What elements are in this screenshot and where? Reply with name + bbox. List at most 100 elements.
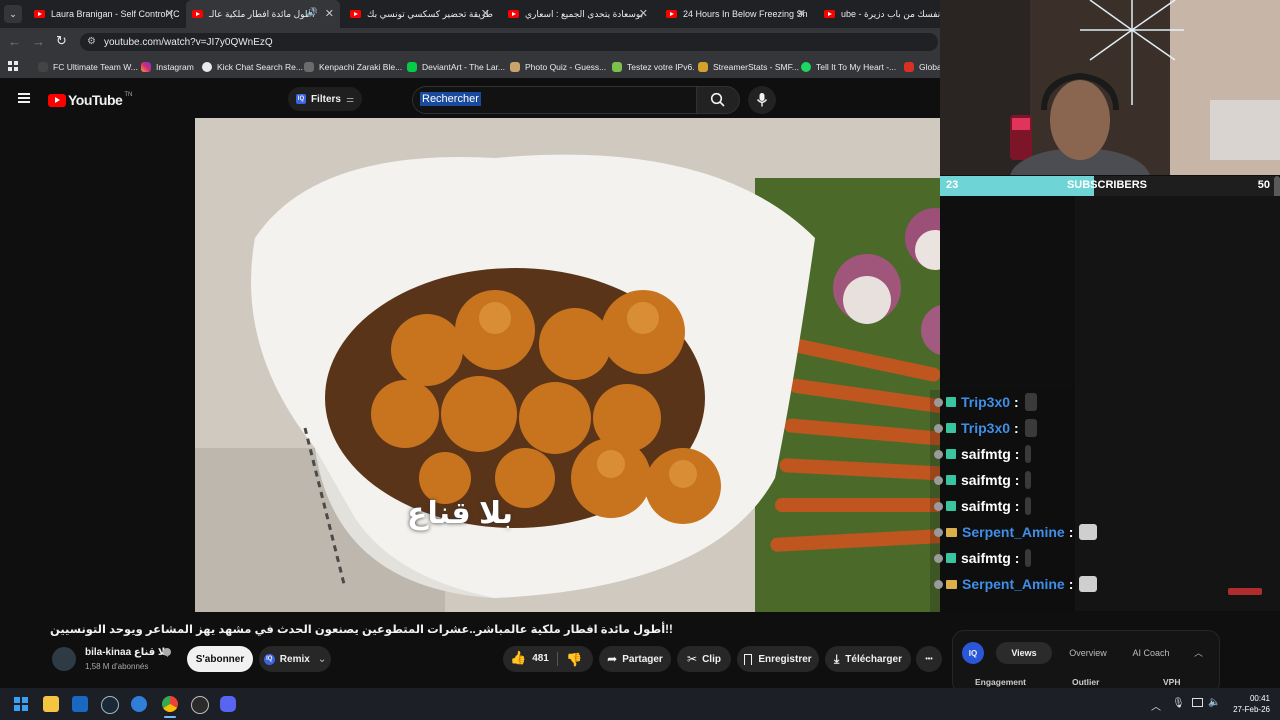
bookmark-item[interactable]: FC Ultimate Team W... xyxy=(38,56,138,78)
like-button[interactable]: 👍 481 xyxy=(510,650,549,666)
chat-username: saifmtg xyxy=(961,498,1011,514)
chevron-down-icon: ⌄ xyxy=(9,8,17,19)
site-favicon-icon xyxy=(304,62,314,72)
chat-message: saifmtg: xyxy=(934,443,1032,465)
video-player[interactable]: بلا قناع xyxy=(195,118,940,612)
collapse-icon[interactable]: ︿ xyxy=(1194,646,1203,659)
subscriber-goal-label: SUBSCRIBERS xyxy=(1066,179,1148,191)
clip-button[interactable]: ✂ Clip xyxy=(677,646,731,672)
video-caption-overlay: بلا قناع xyxy=(407,497,514,530)
youtube-favicon-icon xyxy=(666,10,677,18)
browser-tab[interactable]: ك نفسك من باب دزيرة - ube xyxy=(818,0,940,28)
column-vph: VPH xyxy=(1163,677,1181,687)
bookmark-item[interactable]: Photo Quiz - Guess... xyxy=(510,56,606,78)
obs-icon[interactable] xyxy=(191,696,209,714)
share-button[interactable]: ➦ Partager xyxy=(599,646,671,672)
close-tab-icon[interactable]: ✕ xyxy=(481,7,490,20)
subscriber-count: 1,58 M d'abonnés xyxy=(85,662,149,671)
back-icon[interactable]: ← xyxy=(8,34,21,49)
close-tab-icon[interactable]: ✕ xyxy=(639,7,648,20)
save-button[interactable]: Enregistrer xyxy=(737,646,819,672)
clock-date[interactable]: 27-Feb-26 xyxy=(1222,705,1270,714)
tab-ai-coach[interactable]: AI Coach xyxy=(1124,642,1178,664)
tab-search-button[interactable]: ⌄ xyxy=(4,5,22,23)
browser-tab[interactable]: 24 Hours In Below Freezing Sn ✕ xyxy=(660,0,812,28)
channel-avatar[interactable] xyxy=(52,647,76,671)
crown-badge-icon xyxy=(946,527,957,537)
voice-search-button[interactable] xyxy=(748,86,776,114)
emote-icon xyxy=(1025,497,1032,515)
download-icon: ⤓ xyxy=(833,651,840,666)
tab-overview[interactable]: Overview xyxy=(1060,642,1116,664)
close-tab-icon[interactable]: ✕ xyxy=(325,7,334,20)
speaker-icon[interactable]: 🔊 xyxy=(307,7,318,18)
bookmark-item[interactable]: Testez votre IPv6. xyxy=(612,56,695,78)
bookmark-item[interactable]: DeviantArt - The Lar... xyxy=(407,56,505,78)
bookmark-item[interactable]: Kenpachi Zaraki Ble... xyxy=(304,56,402,78)
close-tab-icon[interactable]: ✕ xyxy=(165,7,174,20)
browser-tab-active[interactable]: أطول مائدة افطار ملكية عالـ 🔊 ✕ xyxy=(186,0,340,28)
outlook-icon[interactable] xyxy=(72,696,88,712)
microphone-tray-icon[interactable]: 🎙 xyxy=(1172,698,1185,709)
subscriber-badge-icon xyxy=(946,501,956,511)
subscriber-badge-icon xyxy=(946,553,956,563)
skull-badge-icon xyxy=(934,397,943,407)
chat-username: Serpent_Amine xyxy=(962,524,1065,540)
volume-icon[interactable]: 🔈 xyxy=(1208,697,1220,708)
browser-tab[interactable]: بوسعادة يتحدى الجميع : اسعاري ✕ xyxy=(502,0,654,28)
deviantart-icon xyxy=(407,62,417,72)
webcam-image xyxy=(940,0,1280,175)
chevron-down-icon: ⌄ xyxy=(317,653,327,665)
thumbs-up-icon: 👍 xyxy=(510,650,527,665)
more-actions-button[interactable]: ••• xyxy=(916,646,942,672)
subscriber-goal-current: 23 xyxy=(946,179,959,191)
clock-time[interactable]: 00:41 xyxy=(1230,694,1270,703)
skull-badge-icon xyxy=(934,475,943,485)
site-info-icon[interactable]: ⚙ xyxy=(87,36,96,47)
apps-grid-icon[interactable] xyxy=(8,61,18,71)
tab-title: Laura Branigan - Self Control (C xyxy=(51,9,180,19)
chat-username: saifmtg xyxy=(961,472,1011,488)
subscribe-button[interactable]: S'abonner xyxy=(187,646,253,672)
bookmark-item[interactable]: Kick Chat Search Re... xyxy=(202,56,303,78)
bookmark-item[interactable]: Globa xyxy=(904,56,940,78)
thumbs-down-icon: 👎 xyxy=(566,652,583,667)
chat-message: Serpent_Amine: xyxy=(934,573,1098,595)
emote-icon xyxy=(1025,471,1032,489)
tab-views[interactable]: Views xyxy=(996,642,1052,664)
show-hidden-icons[interactable]: ︿ xyxy=(1151,698,1161,713)
forward-icon[interactable]: → xyxy=(32,34,45,49)
channel-name[interactable]: bila-kinaa بلا قناع xyxy=(85,647,169,658)
download-button[interactable]: ⤓ Télécharger xyxy=(825,646,911,672)
bookmark-item[interactable]: Tell It To My Heart -... xyxy=(801,56,896,78)
youtube-wordmark: YouTube xyxy=(68,92,123,108)
dislike-button[interactable]: 👎 xyxy=(566,651,582,669)
chat-username: Trip3x0 xyxy=(961,394,1011,410)
menu-icon[interactable] xyxy=(18,93,30,103)
cat-emote-icon xyxy=(1079,524,1098,540)
windows-start-icon[interactable] xyxy=(14,697,28,711)
reload-icon[interactable]: ↻ xyxy=(56,33,67,49)
share-icon: ➦ xyxy=(607,652,618,666)
chat-message: Trip3x0: xyxy=(934,391,1037,413)
bookmark-item[interactable]: StreamerStats - SMF... xyxy=(698,56,799,78)
edge-like-icon[interactable] xyxy=(131,696,147,712)
youtube-logo[interactable]: YouTube TN xyxy=(48,92,132,108)
display-tray-icon[interactable] xyxy=(1192,698,1203,707)
browser-tab[interactable]: طريقة تحضير كسكسي تونسي بك ✕ xyxy=(344,0,496,28)
discord-icon[interactable] xyxy=(220,696,236,712)
file-explorer-icon[interactable] xyxy=(43,696,59,712)
spotify-icon xyxy=(801,62,811,72)
search-button[interactable] xyxy=(696,86,740,114)
close-tab-icon[interactable]: ✕ xyxy=(797,7,806,20)
chrome-icon[interactable] xyxy=(162,696,178,712)
remix-button[interactable]: IQ Remix ⌄ xyxy=(259,646,331,672)
filters-button[interactable]: IQ Filters ⚌ xyxy=(288,87,362,111)
emote-icon xyxy=(1024,393,1037,411)
bookmark-item[interactable]: Instagram xyxy=(141,56,194,78)
skull-badge-icon xyxy=(934,423,943,433)
browser-tab[interactable]: Laura Branigan - Self Control (C ✕ xyxy=(28,0,180,28)
checkmark-icon xyxy=(612,62,622,72)
steam-icon[interactable] xyxy=(101,696,119,714)
subscriber-badge-icon xyxy=(946,449,956,459)
